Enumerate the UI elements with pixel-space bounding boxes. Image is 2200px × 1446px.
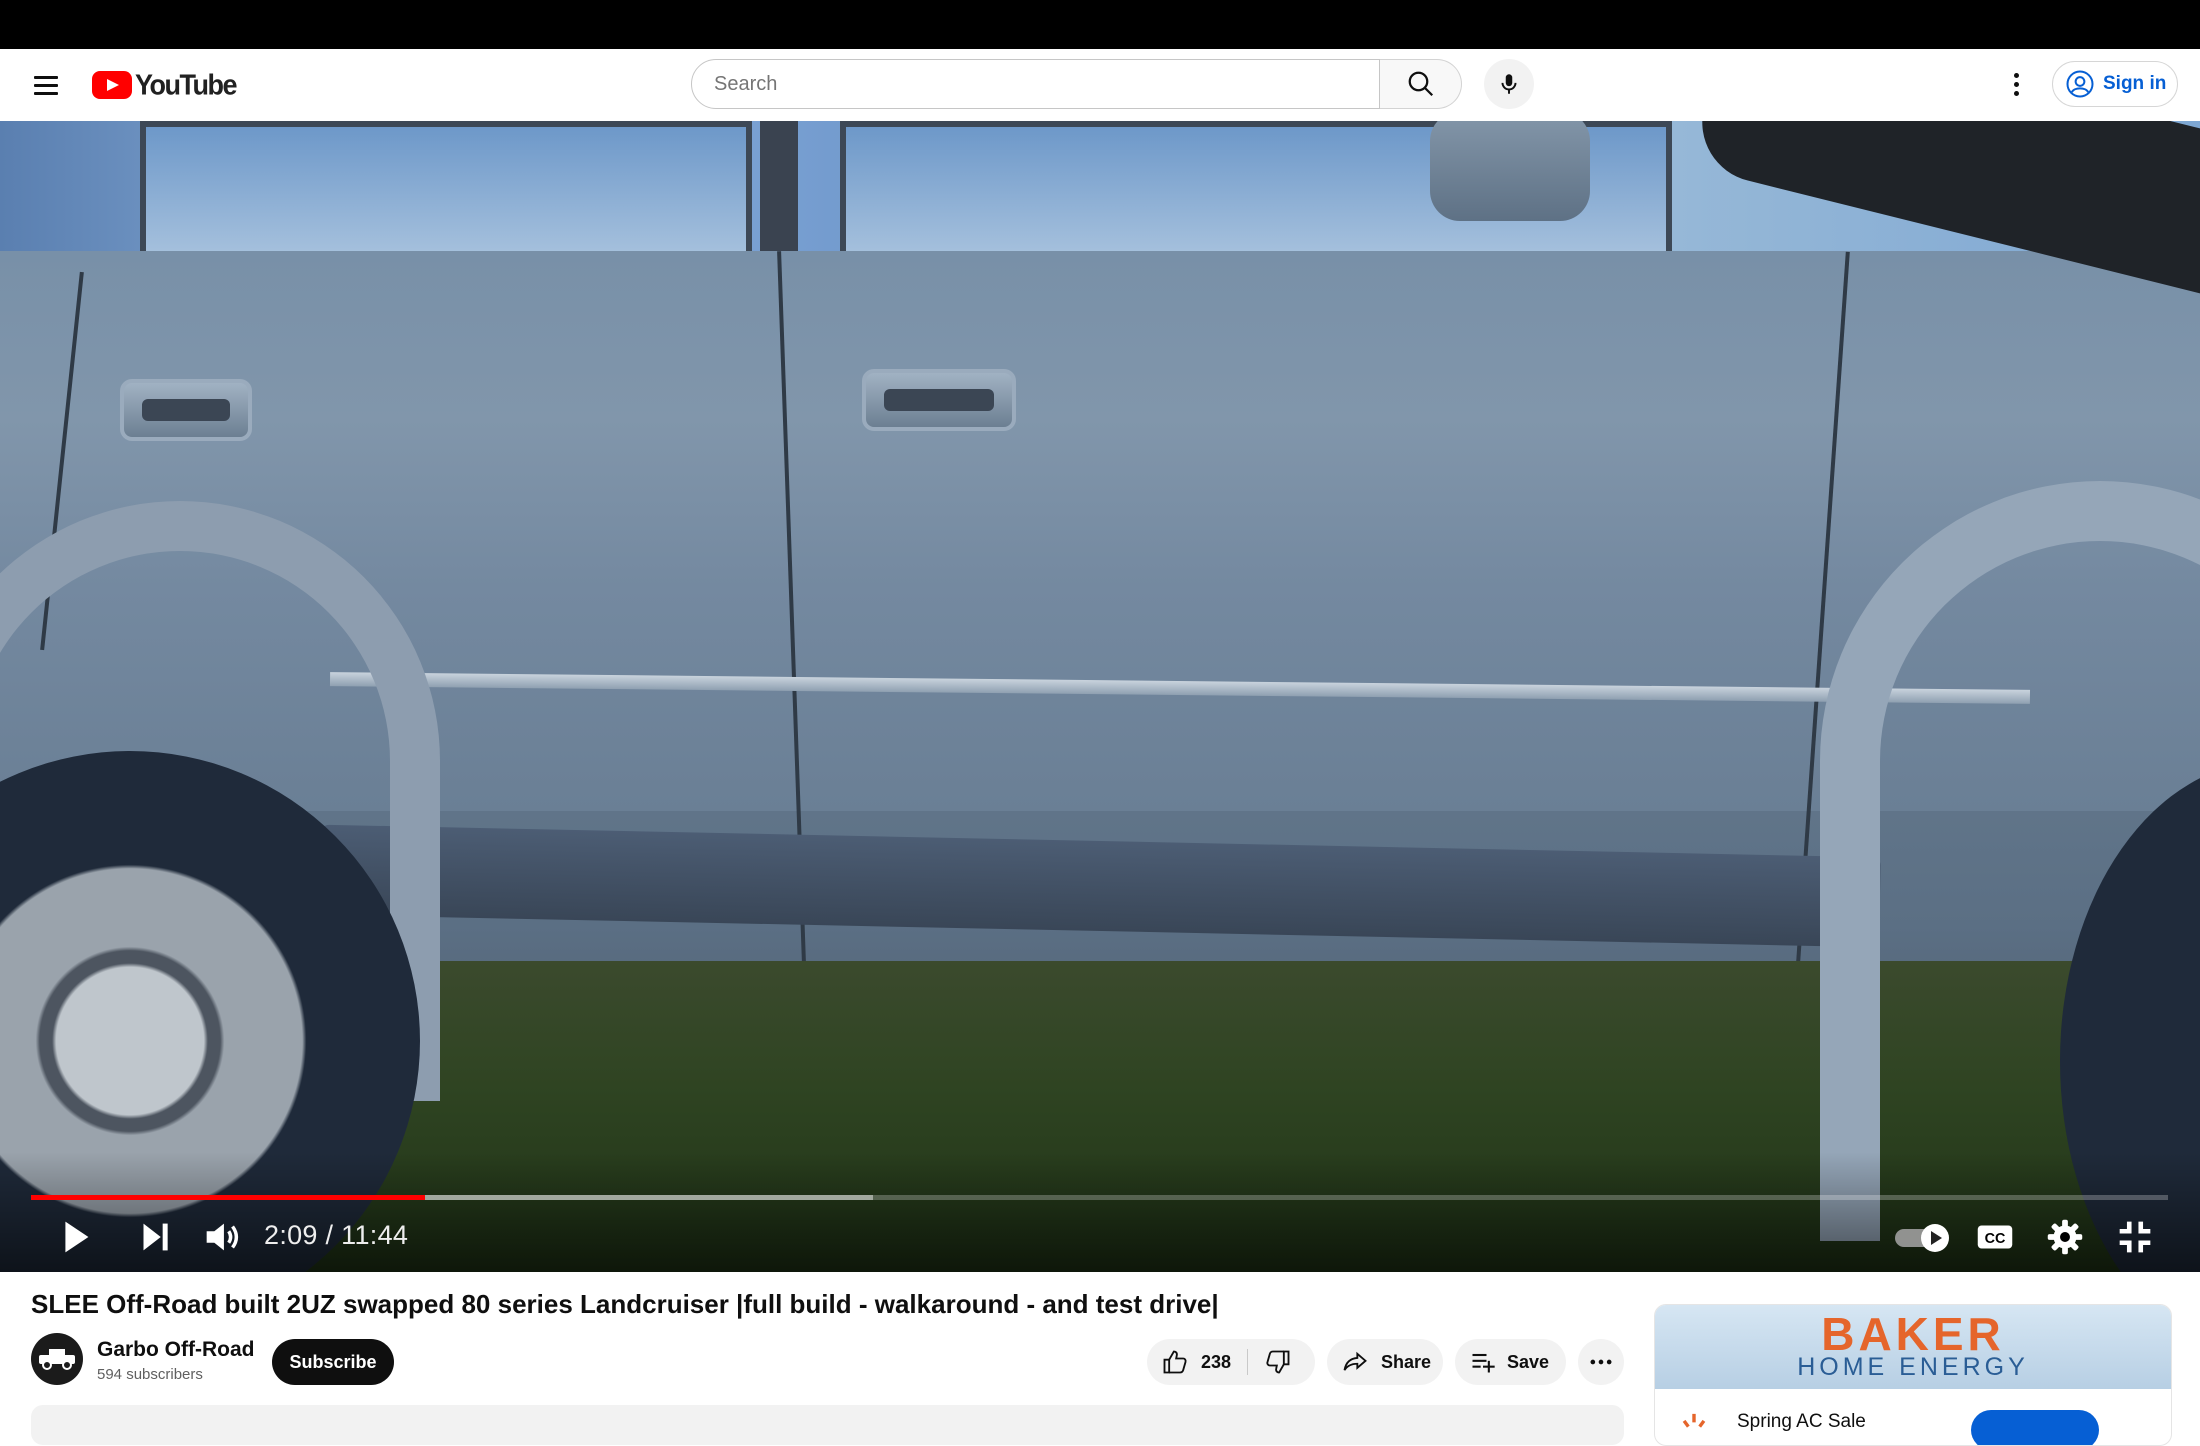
ad-banner-image[interactable]: BAKER HOME ENERGY xyxy=(1655,1305,2171,1389)
share-label: Share xyxy=(1381,1351,1432,1372)
search-button[interactable] xyxy=(1380,59,1462,109)
ad-logo-icon xyxy=(1682,1413,1706,1428)
gear-icon xyxy=(2047,1219,2083,1255)
video-rock-slider xyxy=(319,824,1881,948)
more-actions-button[interactable] xyxy=(1578,1339,1624,1385)
save-button[interactable]: Save xyxy=(1455,1339,1566,1385)
channel-avatar[interactable] xyxy=(31,1333,83,1385)
skip-next-icon xyxy=(143,1223,168,1251)
description-box[interactable] xyxy=(31,1405,1624,1445)
sign-in-label: Sign in xyxy=(2103,73,2167,94)
thumbs-up-icon xyxy=(1163,1350,1187,1374)
masthead: YouTube Sign in xyxy=(0,49,2200,121)
exit-fullscreen-button[interactable] xyxy=(2112,1214,2158,1260)
thumbs-down-icon xyxy=(1266,1350,1290,1374)
logo-text: YouTube xyxy=(135,68,237,101)
settings-button[interactable] xyxy=(2042,1214,2088,1260)
video-side-mirror xyxy=(1430,121,1590,221)
video-door-handle xyxy=(862,369,1016,431)
play-button[interactable] xyxy=(52,1214,98,1260)
ad-cta-button[interactable] xyxy=(1971,1410,2099,1445)
sign-in-button[interactable]: Sign in xyxy=(2052,61,2178,107)
autoplay-toggle[interactable] xyxy=(1895,1224,1951,1252)
like-count: 238 xyxy=(1201,1351,1232,1372)
search-icon xyxy=(1408,71,1434,97)
volume-icon xyxy=(206,1223,239,1251)
video-player[interactable]: 2:09 / 11:44 CC xyxy=(0,121,2200,1272)
ad-headline: Spring AC Sale xyxy=(1737,1411,1866,1432)
account-icon xyxy=(2066,70,2094,98)
video-door-handle xyxy=(120,379,252,441)
truck-logo-icon xyxy=(39,1349,75,1370)
more-horizontal-icon xyxy=(1590,1359,1612,1365)
exit-fullscreen-icon xyxy=(2119,1221,2151,1253)
youtube-play-logo-icon xyxy=(92,71,132,99)
player-controls: 2:09 / 11:44 CC xyxy=(0,1200,2200,1272)
play-icon xyxy=(65,1221,89,1253)
svg-text:CC: CC xyxy=(1985,1231,2006,1247)
next-button[interactable] xyxy=(132,1214,178,1260)
share-button[interactable]: Share xyxy=(1327,1339,1443,1385)
save-label: Save xyxy=(1507,1351,1550,1372)
autoplay-play-icon xyxy=(1921,1224,1949,1252)
youtube-logo[interactable]: YouTube xyxy=(92,68,237,101)
like-dislike-group: 238 xyxy=(1147,1339,1315,1385)
video-frame[interactable] xyxy=(0,121,2200,1272)
browser-top-bar xyxy=(0,0,2200,49)
subscriber-count: 594 subscribers xyxy=(97,1366,203,1383)
captions-button[interactable]: CC xyxy=(1972,1214,2018,1260)
video-title: SLEE Off-Road built 2UZ swapped 80 serie… xyxy=(31,1289,1219,1319)
ad-brand-sub: HOME ENERGY xyxy=(1797,1353,2029,1381)
menu-icon[interactable] xyxy=(28,69,64,101)
subscribe-button[interactable]: Subscribe xyxy=(272,1339,394,1385)
volume-button[interactable] xyxy=(199,1214,245,1260)
playlist-add-icon xyxy=(1472,1353,1495,1373)
search-input[interactable] xyxy=(712,60,1356,108)
microphone-icon xyxy=(1501,74,1517,94)
dislike-button[interactable] xyxy=(1248,1339,1315,1385)
settings-more-icon[interactable] xyxy=(2000,67,2032,103)
voice-search-button[interactable] xyxy=(1484,59,1534,109)
closed-captions-icon: CC xyxy=(1977,1225,2013,1249)
video-rear-window xyxy=(140,121,752,268)
time-display: 2:09 / 11:44 xyxy=(264,1220,409,1250)
channel-name[interactable]: Garbo Off-Road xyxy=(97,1338,255,1362)
search-box xyxy=(691,59,1380,109)
share-icon xyxy=(1343,1351,1367,1371)
like-button[interactable]: 238 xyxy=(1147,1339,1247,1385)
